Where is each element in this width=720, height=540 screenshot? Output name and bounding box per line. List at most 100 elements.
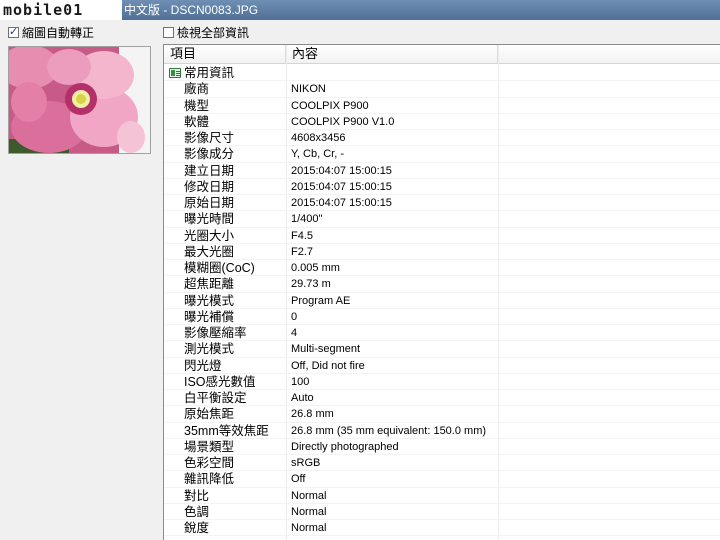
table-row[interactable]: ISO感光數值 100 <box>164 374 720 390</box>
row-value: 0 <box>291 310 298 323</box>
row-key: 影像壓縮率 <box>184 326 247 340</box>
table-row[interactable]: 原始焦距 26.8 mm <box>164 406 720 423</box>
row-key: 模糊圈(CoC) <box>184 261 255 275</box>
group-row-common-info[interactable]: 常用資訊 <box>164 65 720 82</box>
table-row[interactable]: 廠商 NIKON <box>164 81 720 98</box>
row-value: 1/400" <box>291 213 323 226</box>
row-value: 100 <box>291 375 310 388</box>
row-key: 閃光燈 <box>184 358 222 373</box>
row-key: 軟體 <box>184 114 210 129</box>
table-row[interactable]: 曝光模式 Program AE <box>164 293 720 309</box>
row-value: 2015:04:07 15:00:15 <box>291 180 392 193</box>
show-all-checkbox[interactable] <box>163 26 174 38</box>
table-row[interactable]: 模糊圈(CoC) 0.005 mm <box>164 260 720 277</box>
table-row[interactable]: 對比 Normal <box>164 488 720 504</box>
table-row[interactable]: 35mm等效焦距 26.8 mm (35 mm equivalent: 150.0… <box>164 423 720 439</box>
table-row[interactable]: 銳度 Normal <box>164 520 720 537</box>
row-key: 光圈大小 <box>184 228 235 243</box>
table-row[interactable]: 修改日期 2015:04:07 15:00:15 <box>164 179 720 195</box>
row-value: Multi-segment <box>291 343 361 356</box>
row-key: 曝光模式 <box>184 293 235 308</box>
column-header-filler <box>498 45 720 63</box>
auto-rotate-checkbox[interactable] <box>8 25 19 38</box>
column-header-content[interactable]: 內容 <box>286 45 498 63</box>
table-row[interactable]: 色彩空間 sRGB <box>164 455 720 472</box>
row-key: 雜訊降低 <box>184 472 235 487</box>
row-key: 色調 <box>184 504 210 519</box>
group-label: 常用資訊 <box>184 66 235 80</box>
row-value: Auto <box>291 392 314 404</box>
row-value: Normal <box>291 522 327 534</box>
row-key: 測光模式 <box>184 342 235 357</box>
row-key: 最大光圈 <box>184 244 235 259</box>
row-value: Directly photographed <box>291 440 399 453</box>
row-key: 影像尺寸 <box>184 131 235 145</box>
show-all-option[interactable]: 檢視全部資訊 <box>163 25 250 40</box>
table-row[interactable]: 建立日期 2015:04:07 15:00:15 <box>164 163 720 179</box>
table-row[interactable]: 光圈大小 F4.5 <box>164 228 720 244</box>
table-row[interactable]: 白平衡設定 Auto <box>164 390 720 407</box>
row-value: 0.005 mm <box>291 262 340 274</box>
row-key: ISO感光數值 <box>184 374 256 389</box>
row-key: 原始焦距 <box>184 407 235 422</box>
table-row[interactable]: 超焦距離 29.73 m <box>164 276 720 293</box>
row-key: 原始日期 <box>184 196 235 210</box>
window-title: 中文版 - DSCN0083.JPG <box>124 3 259 17</box>
exif-table: 項目 內容 常用資訊 廠商 NIKON 機型 COOLPIX P900 軟體 COOLPI… <box>163 44 720 540</box>
auto-rotate-option[interactable]: 縮圖自動轉正 <box>8 25 95 40</box>
row-key: 35mm等效焦距 <box>184 423 269 438</box>
row-value: Y, Cb, Cr, - <box>291 148 344 161</box>
table-row[interactable]: 色調 Normal <box>164 504 720 520</box>
table-row[interactable]: 曝光時間 1/400" <box>164 211 720 228</box>
info-group-icon <box>169 68 181 78</box>
row-value: Normal <box>291 505 327 518</box>
row-value: Normal <box>291 489 327 502</box>
row-value: 4608x3456 <box>291 132 346 144</box>
row-key: 影像成分 <box>184 147 235 162</box>
row-value: Off <box>291 473 306 486</box>
table-row[interactable]: 影像成分 Y, Cb, Cr, - <box>164 146 720 163</box>
table-row[interactable]: 曝光補償 0 <box>164 309 720 325</box>
table-header: 項目 內容 <box>164 45 720 64</box>
table-row[interactable]: 影像尺寸 4608x3456 <box>164 130 720 147</box>
row-key: 白平衡設定 <box>184 391 247 405</box>
table-row[interactable]: 測光模式 Multi-segment <box>164 341 720 358</box>
row-value: sRGB <box>291 457 321 469</box>
flower-thumbnail-image <box>9 47 150 153</box>
row-key: 修改日期 <box>184 179 235 194</box>
row-key: 曝光時間 <box>184 212 235 227</box>
row-value: COOLPIX P900 <box>291 99 369 112</box>
table-row[interactable]: 場景類型 Directly photographed <box>164 439 720 455</box>
row-value: 26.8 mm <box>291 408 334 421</box>
table-row[interactable]: 影像壓縮率 4 <box>164 325 720 342</box>
table-row[interactable]: 軟體 COOLPIX P900 V1.0 <box>164 114 720 130</box>
title-bar: mobile01 中文版 - DSCN0083.JPG <box>0 0 720 20</box>
row-key: 機型 <box>184 98 210 113</box>
row-value: NIKON <box>291 83 326 96</box>
row-key: 對比 <box>184 488 210 503</box>
table-row[interactable]: 最大光圈 F2.7 <box>164 244 720 260</box>
row-key: 曝光補償 <box>184 309 235 324</box>
row-value: 2015:04:07 15:00:15 <box>291 197 392 209</box>
column-header-item[interactable]: 項目 <box>164 45 286 63</box>
show-all-label: 檢視全部資訊 <box>177 25 250 40</box>
row-key: 廠商 <box>184 82 210 97</box>
row-value: 29.73 m <box>291 278 331 291</box>
row-key: 銳度 <box>184 521 210 535</box>
row-value: 26.8 mm (35 mm equivalent: 150.0 mm) <box>291 424 487 437</box>
table-row[interactable]: 雜訊降低 Off <box>164 471 720 488</box>
row-key: 場景類型 <box>184 439 235 454</box>
row-value: F2.7 <box>291 245 314 258</box>
table-row[interactable]: 原始日期 2015:04:07 15:00:15 <box>164 195 720 212</box>
photo-thumbnail <box>8 46 151 154</box>
auto-rotate-label: 縮圖自動轉正 <box>22 25 95 40</box>
row-value: F4.5 <box>291 229 314 242</box>
table-row[interactable]: 機型 COOLPIX P900 <box>164 98 720 114</box>
row-value: COOLPIX P900 V1.0 <box>291 115 395 128</box>
mobile01-logo: mobile01 <box>0 0 122 20</box>
row-key: 色彩空間 <box>184 456 235 470</box>
row-key: 建立日期 <box>184 163 235 178</box>
row-value: Off, Did not fire <box>291 359 365 372</box>
row-key: 超焦距離 <box>184 277 235 292</box>
table-row[interactable]: 閃光燈 Off, Did not fire <box>164 358 720 374</box>
